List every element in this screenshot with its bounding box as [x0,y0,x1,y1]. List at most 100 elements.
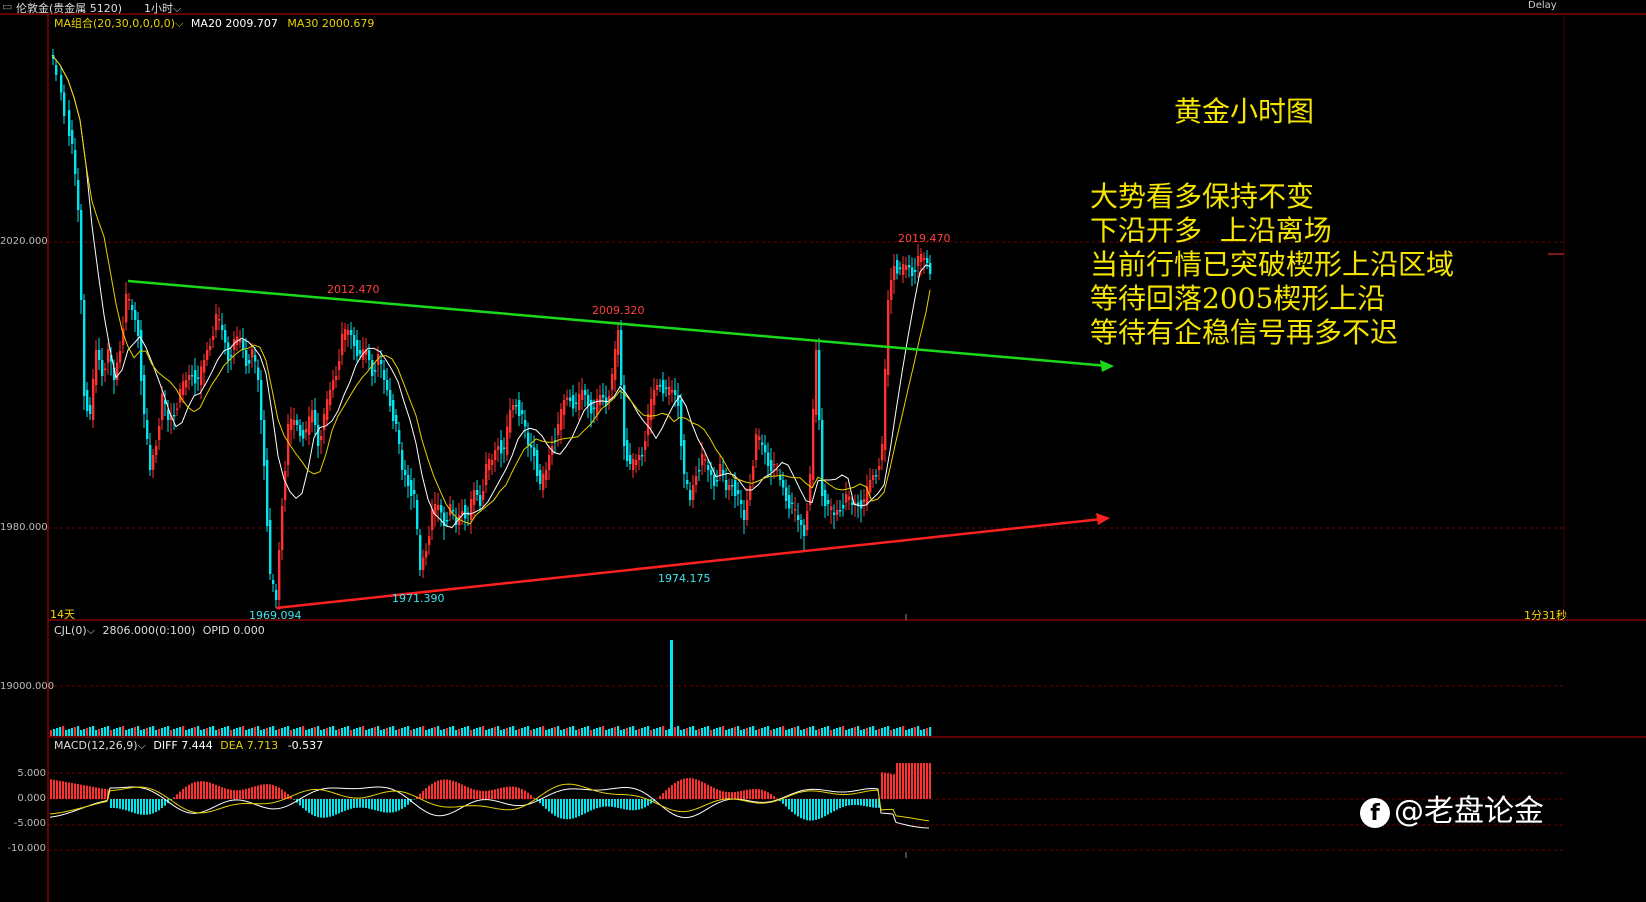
candle-body [497,446,500,450]
candle-body [716,480,719,482]
volume-bar [794,727,797,736]
volume-bar [419,727,422,736]
ma-indicator-header[interactable]: MA组合(20,30,0,0,0,0)⌵ MA20 2009.707 MA30 … [54,15,374,31]
candle-body [107,349,110,363]
volume-bar [620,730,623,736]
macd-histogram-bar [251,787,253,799]
volume-bar [497,726,500,736]
macd-histogram-bar [224,788,226,799]
candle-body [413,490,416,494]
volume-bar [686,728,689,736]
candle-body [905,265,908,270]
candle-body [653,390,656,405]
macd-histogram-bar [137,799,139,815]
volume-bar [806,728,809,736]
y-tick-2020: 2020.000 [0,236,48,247]
candle-body [797,515,800,520]
volume-bar [281,728,284,736]
volume-bar [389,727,392,736]
volume-bar [431,728,434,736]
candle-body [200,366,203,385]
candle-body [689,490,692,500]
chart-canvas[interactable] [0,0,1646,902]
macd-histogram-bar [572,799,574,819]
volume-bar [416,728,419,736]
volume-bar [680,730,683,736]
volume-bar [152,726,155,736]
ma30-line [51,54,931,525]
volume-bar [464,727,467,736]
macd-histogram-bar [827,799,829,815]
macd-histogram-bar [479,790,481,799]
macd-histogram-bar [923,763,925,799]
opid-value: OPID 0.000 [202,624,265,637]
macd-histogram-bar [74,783,76,799]
candle-body [731,485,734,487]
macd-histogram-bar [509,786,511,799]
macd-histogram-bar [677,781,679,799]
candle-body [791,502,794,504]
volume-bar [701,728,704,736]
volume-bar [575,730,578,736]
macd-histogram-bar [485,790,487,799]
volume-bar [107,726,110,736]
macd-histogram-bar [272,785,274,799]
macd-histogram-bar [530,795,532,799]
candle-body [218,319,221,321]
volume-bar [113,729,116,736]
candle-body [581,390,584,400]
candle-body [614,349,617,380]
macd-histogram-bar [125,799,127,811]
macd-histogram-bar [734,791,736,799]
macd-histogram-bar [260,784,262,799]
volume-bar [863,729,866,736]
volume-bar [848,729,851,736]
macd-histogram-bar [89,786,91,799]
macd-histogram-bar [188,784,190,799]
candle-body [284,471,287,500]
high-label-2012: 2012.470 [327,283,380,296]
facebook-icon: f [1360,797,1390,828]
macd-histogram-bar [869,799,871,808]
macd-histogram-bar [389,799,391,813]
candle-body [896,260,899,274]
macd-histogram-bar [182,788,184,799]
candle-body [68,110,71,136]
macd-histogram-bar [686,778,688,799]
candle-body [665,387,668,389]
volume-bar [80,730,83,736]
volume-bar [677,726,680,736]
volume-bar [830,730,833,736]
volume-bar [905,730,908,736]
candle-body [926,258,929,263]
countdown-label: 1分31秒 [1524,609,1567,622]
volume-bar [347,726,350,736]
volume-bar [629,727,632,736]
volume-bar [617,726,620,736]
macd-histogram-bar [818,799,820,819]
candle-body [344,329,347,340]
volume-indicator-header[interactable]: CJL(0)⌵ 2806.000(0:100) OPID 0.000 [54,624,265,638]
candle-body [392,400,395,421]
volume-bar [740,730,743,736]
volume-bar [332,726,335,736]
macd-histogram-bar [365,799,367,809]
macd-histogram-bar [815,799,817,820]
volume-bar [929,727,932,736]
candle-body [671,390,674,393]
volume-bar [623,729,626,736]
macd-histogram-bar [215,784,217,799]
candle-body [755,434,758,460]
candle-body [224,330,227,343]
macd-indicator-header[interactable]: MACD(12,26,9)⌵ DIFF 7.444 DEA 7.713 -0.5… [54,739,323,753]
volume-bar [821,728,824,736]
volume-bar [704,727,707,736]
volume-bar [590,730,593,736]
volume-bar [155,730,158,736]
volume-bar [647,726,650,736]
macd-histogram-bar [356,799,358,808]
candle-body [722,470,725,474]
macd-histogram-bar [788,799,790,810]
candle-body [833,512,836,515]
volume-bar [818,729,821,736]
